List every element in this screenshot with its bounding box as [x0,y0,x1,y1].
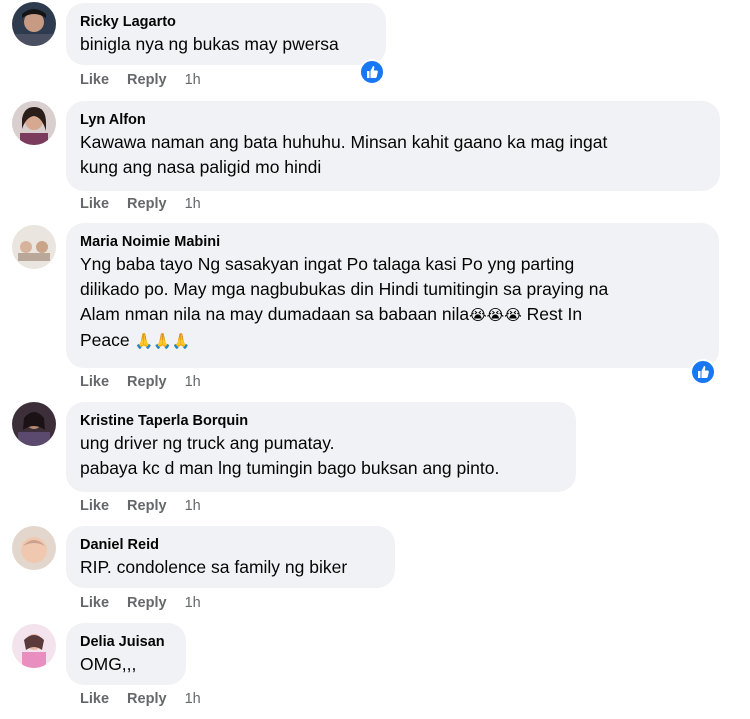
comment-text-line: Yng baba tayo Ng sasakyan ingat Po talag… [80,254,575,274]
like-link[interactable]: Like [80,595,109,611]
comment-author[interactable]: Daniel Reid [80,535,381,555]
reply-link[interactable]: Reply [127,196,167,212]
avatar[interactable] [12,2,56,46]
like-link[interactable]: Like [80,498,109,514]
comment-text-line: Alam nman nila na may dumadaan sa babaan… [80,302,705,328]
comment-bubble: Delia Juisan OMG,,, [66,623,186,685]
like-reaction-icon[interactable] [690,359,716,385]
comment-author[interactable]: Delia Juisan [80,632,172,652]
comment-actions: Like Reply 1h [80,691,201,707]
comment-actions: Like Reply 1h [80,498,201,514]
comment-text-line: pabaya kc d man lng tumingin bago buksan… [80,458,500,478]
avatar[interactable] [12,402,56,446]
comment-actions: Like Reply 1h [80,196,201,212]
comment-text-line: ung driver ng truck ang pumatay. [80,433,335,453]
comment-text: OMG,,, [80,654,137,674]
like-link[interactable]: Like [80,374,109,390]
avatar[interactable] [12,624,56,668]
comment-bubble: Ricky Lagarto binigla nya ng bukas may p… [66,3,386,65]
comment-text-line: kung ang nasa paligid mo hindi [80,157,322,177]
comment-timestamp[interactable]: 1h [185,498,201,514]
reply-link[interactable]: Reply [127,374,167,390]
comment-actions: Like Reply 1h [80,72,201,88]
comment-text-line: Peace 🙏🙏🙏 [80,328,705,354]
reply-link[interactable]: Reply [127,498,167,514]
comment-author[interactable]: Kristine Taperla Borquin [80,411,562,431]
avatar[interactable] [12,526,56,570]
like-link[interactable]: Like [80,72,109,88]
comment-text-segment: Peace [80,330,130,350]
avatar[interactable] [12,101,56,145]
comment-timestamp[interactable]: 1h [185,72,201,88]
comment-author[interactable]: Maria Noimie Mabini [80,232,705,252]
comment-timestamp[interactable]: 1h [185,595,201,611]
comment-text-segment: Rest In [526,304,583,324]
comment-bubble: Daniel Reid RIP. condolence sa family ng… [66,526,395,588]
comment-author[interactable]: Ricky Lagarto [80,12,372,32]
comment-text-line: Kawawa naman ang bata huhuhu. Minsan kah… [80,132,608,152]
comment-bubble: Kristine Taperla Borquin ung driver ng t… [66,402,576,492]
comment-actions: Like Reply 1h [80,595,201,611]
comment-actions: Like Reply 1h [80,374,201,390]
like-reaction-icon[interactable] [359,59,385,85]
reply-link[interactable]: Reply [127,595,167,611]
comment-bubble: Lyn Alfon Kawawa naman ang bata huhuhu. … [66,101,720,191]
comment-timestamp[interactable]: 1h [185,196,201,212]
comment-text-segment: Alam nman nila na may dumadaan sa babaan… [80,304,470,324]
comment-author[interactable]: Lyn Alfon [80,110,706,130]
comment-timestamp[interactable]: 1h [185,691,201,707]
reply-link[interactable]: Reply [127,72,167,88]
praying-hands-emoji: 🙏🙏🙏 [134,333,191,350]
like-link[interactable]: Like [80,691,109,707]
comment-text-line: dilikado po. May mga nagbubukas din Hind… [80,279,609,299]
comment-timestamp[interactable]: 1h [185,374,201,390]
avatar[interactable] [12,225,56,269]
comment-text: RIP. condolence sa family ng biker [80,557,348,577]
crying-emoji: 😭😭😭 [469,307,522,324]
like-link[interactable]: Like [80,196,109,212]
comment-bubble: Maria Noimie Mabini Yng baba tayo Ng sas… [66,223,719,368]
comment-text: binigla nya ng bukas may pwersa [80,34,339,54]
reply-link[interactable]: Reply [127,691,167,707]
